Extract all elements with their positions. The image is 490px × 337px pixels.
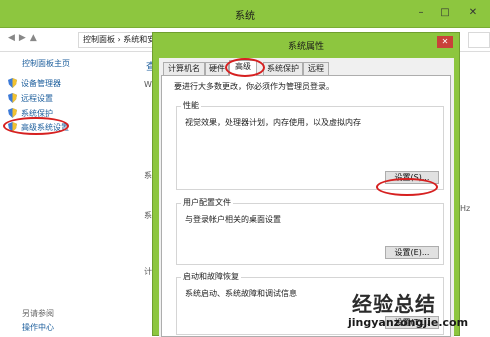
nav-arrows-icon[interactable]: ◀▶▲ (8, 33, 41, 43)
window-titlebar[interactable]: 系统 – □ ✕ (0, 0, 490, 28)
bg-text-fragment: 系 (144, 171, 152, 180)
tab-system-protection[interactable]: 系统保护 (263, 62, 303, 75)
search-input[interactable] (468, 32, 490, 48)
highlight-circle-advanced (3, 117, 69, 135)
sidebar-home-link[interactable]: 控制面板主页 (22, 58, 70, 69)
tab-remote[interactable]: 远程 (303, 62, 329, 75)
user-profiles-group: 用户配置文件 与登录帐户相关的桌面设置 设置(E)... (176, 197, 444, 265)
bg-text-fragment: 系 (144, 211, 152, 220)
watermark-url: jingyanzongjie.com (348, 316, 469, 329)
sidebar-item-device-manager[interactable]: 设备管理器 (8, 76, 61, 90)
performance-label: 性能 (181, 100, 201, 111)
user-profiles-label: 用户配置文件 (181, 197, 233, 208)
watermark: 经验总结 jingyanzongjie.com (348, 288, 490, 336)
tab-computer-name[interactable]: 计算机名 (163, 62, 205, 75)
dialog-close-button[interactable]: ✕ (437, 36, 453, 48)
sidebar-item-label: 设备管理器 (21, 78, 61, 88)
user-profiles-settings-button[interactable]: 设置(E)... (385, 246, 439, 259)
admin-note: 要进行大多数更改，你必须作为管理员登录。 (174, 82, 334, 91)
highlight-circle-settings (376, 178, 438, 196)
shield-icon (8, 93, 17, 103)
dialog-title: 系统属性 (287, 42, 324, 52)
performance-desc: 视觉效果，处理器计划，内存使用，以及虚拟内存 (185, 118, 361, 127)
sidebar-item-label: 远程设置 (21, 93, 53, 103)
highlight-circle-advanced-tab (225, 58, 265, 77)
see-also-heading: 另请参阅 (22, 309, 54, 318)
watermark-chinese: 经验总结 (352, 292, 436, 316)
action-center-link[interactable]: 操作中心 (22, 322, 54, 333)
shield-icon (8, 78, 17, 88)
startup-recovery-label: 启动和故障恢复 (181, 271, 241, 282)
bg-text-fragment: 计 (144, 267, 152, 276)
sidebar-item-remote-settings[interactable]: 远程设置 (8, 91, 53, 105)
minimize-button[interactable]: – (412, 5, 430, 21)
close-button[interactable]: ✕ (462, 5, 484, 21)
maximize-button[interactable]: □ (436, 5, 454, 21)
user-profiles-desc: 与登录帐户相关的桌面设置 (185, 215, 281, 224)
sidebar: 控制面板主页 设备管理器 远程设置 系统保护 高级系统设置 另请参阅 操作中心 (0, 52, 142, 336)
shield-icon (8, 108, 17, 118)
bg-text-fragment: Hz (460, 204, 471, 213)
startup-recovery-desc: 系统启动、系统故障和调试信息 (185, 289, 297, 298)
